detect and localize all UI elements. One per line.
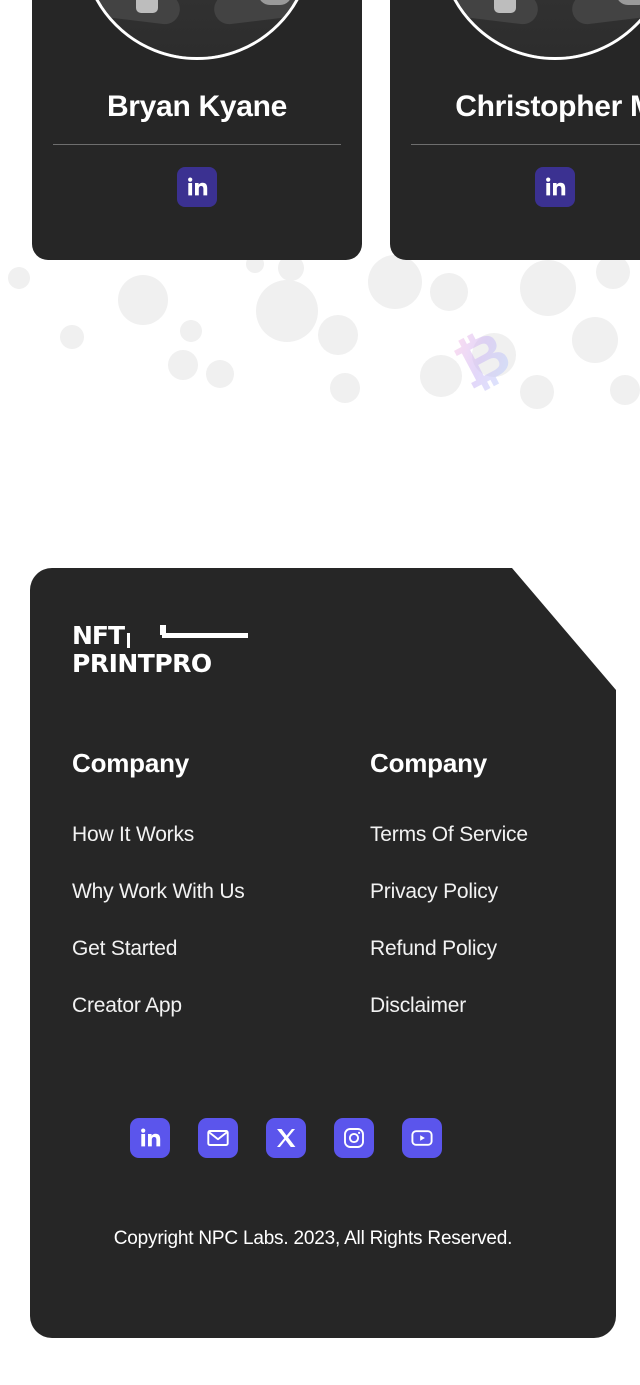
brand-logo-line1: NFT	[72, 621, 125, 650]
decorative-bubble	[610, 375, 640, 405]
footer-column-2: Company Terms Of Service Privacy Policy …	[370, 748, 528, 1018]
member-name: Bryan Kyane	[106, 90, 288, 123]
youtube-icon[interactable]	[402, 1118, 442, 1158]
linkedin-icon[interactable]	[177, 167, 217, 207]
decorative-bubble	[118, 275, 168, 325]
card-divider	[53, 144, 341, 145]
decorative-bubble	[206, 360, 234, 388]
x-twitter-icon[interactable]	[266, 1118, 306, 1158]
decorative-bubble	[572, 317, 618, 363]
team-card[interactable]: Bryan Kyane	[32, 0, 362, 260]
decorative-bubble	[318, 315, 358, 355]
brand-logo-line2: PRINTPRO	[72, 649, 212, 678]
footer-link-why-work-with-us[interactable]: Why Work With Us	[72, 880, 370, 904]
decorative-bubble	[256, 280, 318, 342]
email-icon[interactable]	[198, 1118, 238, 1158]
decorative-bubble	[520, 375, 554, 409]
footer-social-links	[72, 1118, 574, 1158]
footer-link-disclaimer[interactable]: Disclaimer	[370, 994, 528, 1018]
footer-link-get-started[interactable]: Get Started	[72, 937, 370, 961]
decorative-bubble	[330, 373, 360, 403]
member-name: Christopher M	[455, 90, 640, 123]
decorative-bubble	[520, 260, 576, 316]
team-card[interactable]: Christopher M	[390, 0, 640, 260]
team-card-row: Bryan Kyane Christopher M	[0, 0, 640, 260]
site-footer: NFT PRINTPRO Company How It Works Why Wo…	[30, 568, 616, 1338]
footer-column-title: Company	[72, 748, 190, 778]
decorative-bubble	[168, 350, 198, 380]
page-root: ₿ Bryan Kyane Christopher M NFT PRINTPRO…	[0, 0, 640, 1385]
instagram-icon[interactable]	[334, 1118, 374, 1158]
brand-logo-bar-long	[162, 633, 248, 638]
brand-logo[interactable]: NFT PRINTPRO	[72, 621, 252, 678]
copyright-text: Copyright NPC Labs. 2023, All Rights Res…	[113, 1228, 513, 1249]
linkedin-icon[interactable]	[535, 167, 575, 207]
decorative-bubble	[596, 255, 630, 289]
footer-link-privacy-policy[interactable]: Privacy Policy	[370, 880, 528, 904]
brand-logo-tick	[127, 633, 131, 648]
decorative-bubble	[60, 325, 84, 349]
footer-link-creator-app[interactable]: Creator App	[72, 994, 370, 1018]
footer-column-1: Company How It Works Why Work With Us Ge…	[72, 748, 370, 1018]
decorative-bubble-field	[0, 255, 640, 420]
decorative-bubble	[368, 255, 422, 309]
footer-link-terms-of-service[interactable]: Terms Of Service	[370, 823, 528, 847]
decorative-bubble	[8, 267, 30, 289]
footer-column-title: Company	[370, 748, 488, 778]
footer-link-refund-policy[interactable]: Refund Policy	[370, 937, 528, 961]
linkedin-icon[interactable]	[130, 1118, 170, 1158]
footer-link-columns: Company How It Works Why Work With Us Ge…	[72, 748, 574, 1018]
decorative-bubble	[430, 273, 468, 311]
avatar	[439, 0, 640, 60]
footer-link-how-it-works[interactable]: How It Works	[72, 823, 370, 847]
decorative-bubble	[180, 320, 202, 342]
card-divider	[411, 144, 640, 145]
avatar	[81, 0, 313, 60]
